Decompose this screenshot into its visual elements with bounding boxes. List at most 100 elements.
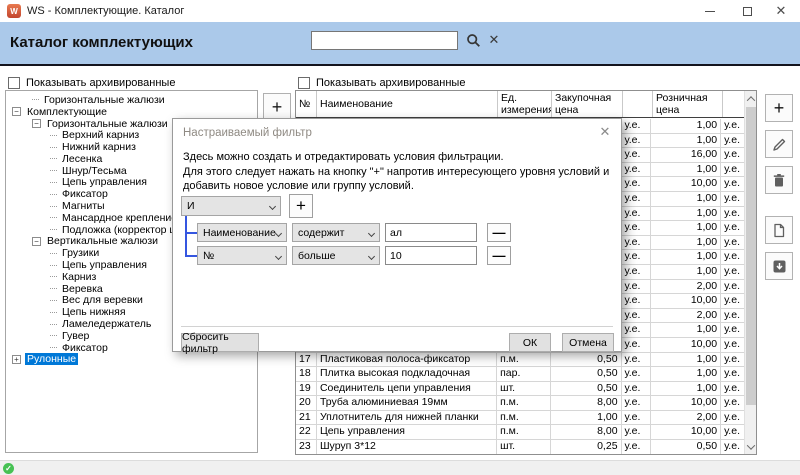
dialog-close-button[interactable]: ✕ — [597, 124, 613, 140]
tree-item-label: Веревка — [60, 283, 105, 295]
cell-num: 19 — [296, 382, 317, 396]
expand-icon[interactable]: + — [12, 355, 21, 364]
cell-retail_unit: у.е. — [721, 353, 744, 367]
title-bar: W WS - Комплектующие. Каталог ✕ — [0, 0, 800, 22]
condition-connector-line — [185, 216, 187, 256]
cell-retail: 1,00 — [651, 134, 721, 148]
col-header-retail-unit[interactable] — [723, 91, 746, 117]
table-row[interactable]: 21Уплотнитель для нижней планкип.м.1,00у… — [296, 411, 744, 426]
col-header-purchase-unit[interactable] — [623, 91, 653, 117]
condition-field-select[interactable]: Наименование — [197, 223, 287, 242]
archive-item-button[interactable] — [765, 252, 793, 280]
cell-purchase: 0,50 — [551, 382, 622, 396]
tree-item-label: Комплектующие — [25, 106, 109, 118]
cell-retail: 10,00 — [651, 338, 721, 352]
cell-retail: 1,00 — [651, 353, 721, 367]
col-header-purchase[interactable]: Закупочная цена — [552, 91, 623, 117]
table-row[interactable]: 17Пластиковая полоса-фиксаторп.м.0,50у.е… — [296, 353, 744, 368]
condition-operator-select[interactable]: содержит — [292, 223, 380, 242]
add-item-button[interactable]: + — [765, 94, 793, 122]
condition-field-select[interactable]: № — [197, 246, 287, 265]
cell-retail_unit: у.е. — [721, 440, 744, 454]
cell-unit: п.м. — [497, 353, 551, 367]
collapse-icon[interactable]: − — [32, 119, 41, 128]
col-header-name[interactable]: Наименование — [317, 91, 498, 117]
table-row[interactable]: 20Труба алюминиевая 19ммп.м.8,00у.е.10,0… — [296, 396, 744, 411]
tree-item[interactable]: + Рулонные — [6, 354, 257, 366]
cell-retail_unit: у.е. — [721, 294, 744, 308]
cell-retail: 1,00 — [651, 163, 721, 177]
cell-purchase_unit: у.е. — [622, 338, 652, 352]
search-clear-button[interactable]: ✕ — [485, 30, 503, 50]
cell-purchase: 8,00 — [551, 396, 622, 410]
cell-purchase_unit: у.е. — [622, 396, 652, 410]
condition-field-value: № — [203, 250, 214, 262]
condition-value-input[interactable] — [385, 223, 477, 242]
cell-num: 18 — [296, 367, 317, 381]
cell-purchase_unit: у.е. — [622, 192, 652, 206]
condition-operator-select[interactable]: больше — [292, 246, 380, 265]
col-header-num[interactable]: № — [296, 91, 317, 117]
table-row[interactable]: 19Соединитель цепи управленияшт.0,50у.е.… — [296, 382, 744, 397]
table-row[interactable]: 18Плитка высокая подкладочнаяпар.0,50у.е… — [296, 367, 744, 382]
show-archived-left[interactable]: Показывать архивированные — [8, 76, 175, 90]
col-header-unit[interactable]: Ед. измерения — [498, 91, 552, 117]
add-condition-button[interactable]: + — [289, 194, 313, 218]
checkbox-icon[interactable] — [8, 77, 20, 89]
show-archived-right[interactable]: Показывать архивированные — [298, 76, 465, 90]
maximize-button[interactable] — [732, 0, 762, 22]
collapse-icon[interactable]: − — [12, 107, 21, 116]
collapse-icon[interactable]: − — [32, 237, 41, 246]
scroll-up-icon[interactable] — [745, 91, 757, 106]
window-title: WS - Комплектующие. Каталог — [27, 5, 184, 17]
tree-branch-line — [50, 312, 57, 313]
cell-name: Шуруп 3*12 — [317, 440, 497, 454]
minimize-button[interactable] — [695, 0, 725, 22]
delete-item-button[interactable] — [765, 166, 793, 194]
cell-purchase_unit: у.е. — [622, 382, 652, 396]
condition-value-input[interactable] — [385, 246, 477, 265]
tree-item-label: Нижний карниз — [60, 141, 138, 153]
cell-purchase: 8,00 — [551, 425, 622, 439]
cell-retail: 1,00 — [651, 323, 721, 337]
scrollbar-thumb[interactable] — [746, 107, 756, 405]
cell-retail_unit: у.е. — [721, 163, 744, 177]
remove-condition-button[interactable]: — — [487, 246, 511, 265]
tree-item[interactable]: Горизонтальные жалюзи — [6, 94, 257, 106]
tree-item-label: Грузики — [60, 247, 101, 259]
cell-retail_unit: у.е. — [721, 396, 744, 410]
group-operator-select[interactable]: И — [181, 196, 281, 216]
tree-branch-line — [50, 265, 57, 266]
table-row[interactable]: 22Цепь управленияп.м.8,00у.е.10,00у.е. — [296, 425, 744, 440]
cell-purchase_unit: у.е. — [622, 425, 652, 439]
cell-purchase_unit: у.е. — [622, 440, 652, 454]
cell-retail: 2,00 — [651, 309, 721, 323]
ok-button[interactable]: ОК — [509, 333, 551, 352]
copy-item-button[interactable] — [765, 216, 793, 244]
col-header-retail[interactable]: Розничная цена — [653, 91, 723, 117]
cell-purchase_unit: у.е. — [622, 148, 652, 162]
reset-filter-button[interactable]: Сбросить фильтр — [181, 333, 259, 352]
edit-item-button[interactable] — [765, 130, 793, 158]
table-header: № Наименование Ед. измерения Закупочная … — [296, 91, 756, 118]
archive-box-icon — [772, 259, 787, 274]
cell-purchase: 0,50 — [551, 367, 622, 381]
tree-item[interactable]: −Комплектующие — [6, 106, 257, 118]
remove-condition-button[interactable]: — — [487, 223, 511, 242]
tree-branch-line — [50, 300, 57, 301]
cancel-button[interactable]: Отмена — [562, 333, 614, 352]
search-input[interactable] — [311, 31, 458, 50]
cell-num: 22 — [296, 425, 317, 439]
tree-item-label: Рулонные — [25, 353, 78, 365]
cell-retail_unit: у.е. — [721, 323, 744, 337]
cell-purchase_unit: у.е. — [622, 134, 652, 148]
cell-purchase_unit: у.е. — [622, 207, 652, 221]
table-scrollbar[interactable] — [744, 91, 756, 454]
close-button[interactable]: ✕ — [766, 0, 796, 22]
checkbox-icon[interactable] — [298, 77, 310, 89]
cell-name: Пластиковая полоса-фиксатор — [317, 353, 497, 367]
search-button[interactable] — [463, 30, 483, 50]
scroll-down-icon[interactable] — [745, 439, 757, 454]
add-category-button[interactable]: + — [263, 93, 291, 121]
table-row[interactable]: 23Шуруп 3*12шт.0,25у.е.0,50у.е. — [296, 440, 744, 454]
